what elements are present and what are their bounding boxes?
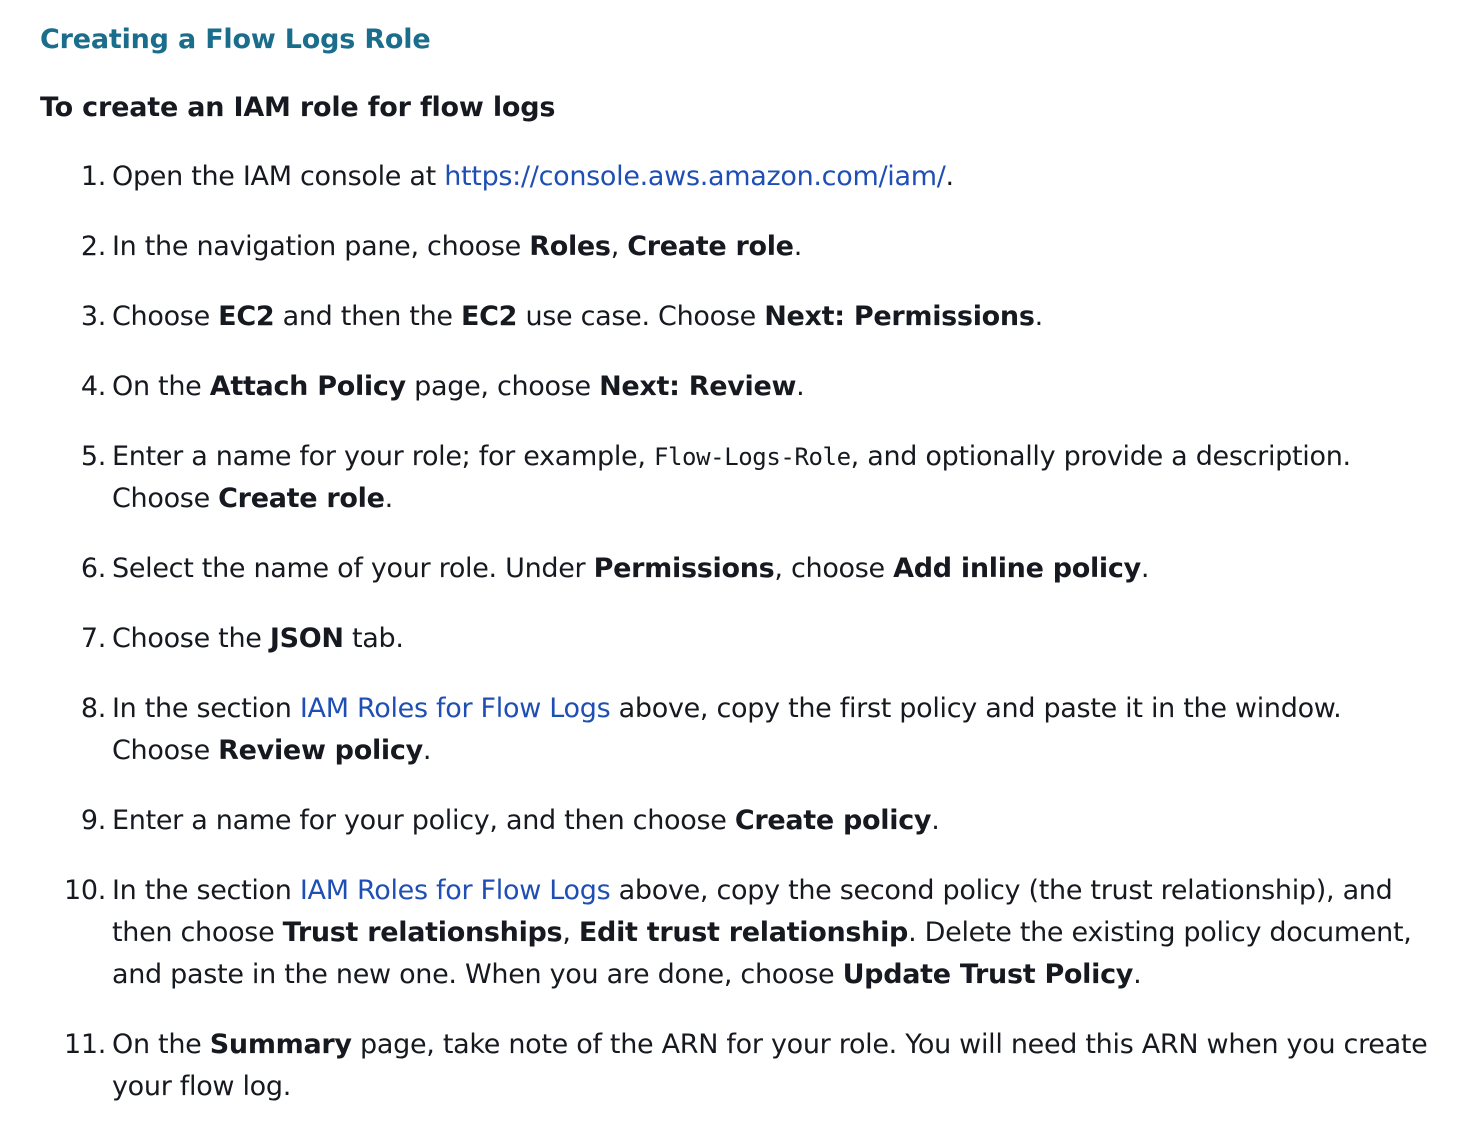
ui-term: Trust relationships [282,917,563,948]
step-number: 7. [80,623,106,654]
step-text: On the [112,1029,210,1060]
iam-roles-flow-logs-link[interactable]: IAM Roles for Flow Logs [300,875,611,906]
ui-term: Edit trust relationship [578,917,909,948]
step-text: Select the name of your role. Under [112,553,594,584]
step-text: In the section [112,693,300,724]
step-text: . [1034,301,1044,332]
step-number: 3. [80,301,106,332]
step-2: 2. In the navigation pane, choose Roles,… [40,226,1440,268]
procedure-title: To create an IAM role for flow logs [40,92,556,123]
section-title: Creating a Flow Logs Role [40,24,431,55]
ui-term: Next: Permissions [764,301,1035,332]
step-text: , choose [774,553,894,584]
document-body: Creating a Flow Logs Role To create an I… [40,18,1440,1136]
step-1: 1. Open the IAM console at https://conso… [40,156,1440,198]
step-number: 1. [80,161,106,192]
step-text: . [793,231,803,262]
step-text: . [384,483,394,514]
step-number: 10. [63,875,106,906]
step-text: use case. Choose [517,301,765,332]
step-text: On the [112,371,210,402]
step-number: 5. [80,441,106,472]
ui-term: Summary [209,1029,352,1060]
steps-list: 1. Open the IAM console at https://conso… [40,156,1440,1108]
step-number: 8. [80,693,106,724]
step-9: 9. Enter a name for your policy, and the… [40,800,1440,842]
step-number: 11. [63,1029,106,1060]
step-text: Enter a name for your policy, and then c… [112,805,735,836]
step-6: 6. Select the name of your role. Under P… [40,548,1440,590]
ui-term: EC2 [218,301,275,332]
ui-term: Roles [529,231,611,262]
step-8: 8. In the section IAM Roles for Flow Log… [40,688,1440,772]
step-3: 3. Choose EC2 and then the EC2 use case.… [40,296,1440,338]
step-11: 11. On the Summary page, take note of th… [40,1024,1440,1108]
role-name-example: Flow-Logs-Role [653,443,851,471]
step-text: and then the [274,301,461,332]
ui-term: Attach Policy [209,371,406,402]
step-text: page, choose [405,371,600,402]
step-10: 10. In the section IAM Roles for Flow Lo… [40,870,1440,996]
step-text: Choose [112,301,219,332]
step-text: tab. [343,623,404,654]
step-text: . [931,805,940,836]
step-5: 5. Enter a name for your role; for examp… [40,436,1440,520]
step-number: 2. [80,231,106,262]
step-text: . [1140,553,1150,584]
ui-term: Create role [627,231,794,262]
ui-term: Add inline policy [893,553,1141,584]
step-text: , [610,231,628,262]
step-text: , [562,917,579,948]
ui-term: EC2 [461,301,518,332]
ui-term: Create policy [734,805,932,836]
step-text: In the section [112,875,300,906]
ui-term: Permissions [593,553,775,584]
step-text: . [422,735,432,766]
step-number: 4. [80,371,106,402]
ui-term: Next: Review [599,371,797,402]
step-text: . [1133,959,1142,990]
step-text: In the navigation pane, choose [112,231,530,262]
step-text: Open the IAM console at [112,161,445,192]
ui-term: Update Trust Policy [842,959,1134,990]
iam-console-link[interactable]: https://console.aws.amazon.com/iam/ [444,161,946,192]
ui-term: Create role [218,483,385,514]
step-text: . [945,161,955,192]
ui-term: Review policy [218,735,423,766]
iam-roles-flow-logs-link[interactable]: IAM Roles for Flow Logs [300,693,611,724]
step-text: Enter a name for your role; for example, [112,441,654,472]
step-text: . [796,371,805,402]
step-number: 6. [80,553,106,584]
step-4: 4. On the Attach Policy page, choose Nex… [40,366,1440,408]
step-number: 9. [80,805,106,836]
step-7: 7. Choose the JSON tab. [40,618,1440,660]
ui-term: JSON [269,623,344,654]
step-text: Choose the [112,623,270,654]
